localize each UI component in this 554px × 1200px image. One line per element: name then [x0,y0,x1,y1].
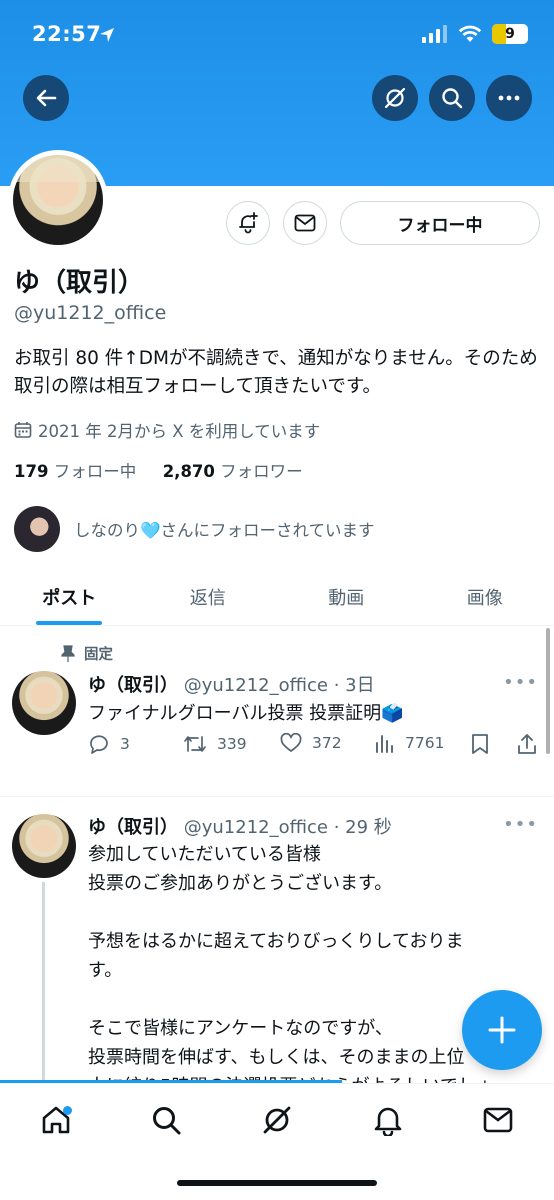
nav-notifications[interactable] [368,1100,408,1140]
tab-posts[interactable]: ポスト [0,568,139,625]
message-button[interactable] [283,201,327,245]
following-button[interactable]: フォロー中 [340,201,540,245]
thread-line [42,882,45,1082]
bookmark-button[interactable] [471,733,489,755]
status-time: 22:57 [32,22,102,46]
following-label[interactable]: フォロー中 [54,462,137,481]
compose-button[interactable] [462,990,542,1070]
profile-bio: お取引 80 件↑DMが不調続きで、通知がなりません。そのため取引の際は相互フォ… [14,348,538,397]
post-line: 参加していただいている皆様 [88,844,321,865]
post-avatar[interactable] [12,671,76,735]
search-button[interactable] [429,75,475,121]
post-line: 投票のご参加ありがとうございます。 [88,873,393,894]
location-arrow-icon [100,28,114,42]
profile-avatar[interactable] [8,150,108,250]
status-indicators: 9 [422,24,528,44]
bookmark-icon [472,734,488,754]
home-indicator[interactable] [177,1180,377,1186]
post-handle-time: @yu1212_office · 29 秒 [183,817,392,838]
grok-icon [384,87,406,109]
post-line [88,898,548,927]
post-text: ファイナルグローバル投票 投票証明🗳️ [88,703,404,724]
calendar-icon [14,422,32,438]
post-avatar[interactable] [12,814,76,878]
post-header: ゆ（取引） @yu1212_office · 3日 [88,671,375,697]
joined-date: 2021 年 2月から X を利用しています [14,418,320,442]
nav-messages[interactable] [478,1100,518,1140]
followers-label[interactable]: フォロワー [220,462,303,481]
like-button[interactable]: 372 [280,733,342,753]
post-author[interactable]: ゆ（取引） [88,817,178,838]
pinned-label: 固定 [60,643,113,664]
scrollbar[interactable] [546,628,550,754]
post-header: ゆ（取引） @yu1212_office · 29 秒 [88,813,392,839]
bell-plus-icon [239,212,258,234]
mail-icon [294,214,316,232]
grok-icon [263,1106,291,1134]
search-icon [442,88,463,109]
follow-counts[interactable]: 179 フォロー中 2,870 フォロワー [14,458,303,482]
signal-icon [422,25,447,43]
mail-icon [483,1107,513,1133]
pin-icon [61,644,75,662]
bell-icon [374,1107,402,1136]
battery-indicator: 9 [492,24,528,44]
follower-avatar [14,506,60,552]
post-divider [0,796,554,797]
nav-search[interactable] [146,1100,186,1140]
post-line: 予想をはるかに超えておりびっくりしておりま [88,931,464,952]
nav-home[interactable] [36,1100,76,1140]
arrow-left-icon [36,89,57,107]
following-count[interactable]: 179 [14,462,48,481]
profile-handle: @yu1212_office [14,302,167,324]
repost-button[interactable]: 339 [183,733,247,755]
post-author[interactable]: ゆ（取引） [88,675,178,696]
post-handle-time: @yu1212_office · 3日 [183,675,375,696]
post-actions: 3 339 372 7761 [88,733,538,763]
post-more-button[interactable]: ••• [503,814,538,835]
tab-replies[interactable]: 返信 [139,568,278,625]
views-icon [376,735,393,753]
reply-icon [90,735,108,754]
profile-tabs: ポスト 返信 動画 画像 [0,568,554,626]
share-icon [518,734,536,754]
more-icon [498,95,520,101]
back-button[interactable] [23,75,69,121]
tab-videos[interactable]: 動画 [277,568,416,625]
post-more-button[interactable]: ••• [503,672,538,693]
post-line: す。 [88,960,123,981]
grok-button[interactable] [372,75,418,121]
plus-icon [488,1016,516,1044]
notify-button[interactable] [226,201,270,245]
repost-icon [184,736,206,752]
followed-by[interactable]: しなのり🩵さんにフォローされています [14,506,375,552]
wifi-icon [458,25,482,42]
reply-button[interactable]: 3 [88,733,130,755]
profile-name: ゆ（取引） [14,268,145,298]
followers-count[interactable]: 2,870 [163,462,215,481]
notification-dot [63,1106,72,1115]
share-button[interactable] [516,733,538,755]
more-button[interactable] [486,75,532,121]
views-button[interactable]: 7761 [375,733,444,753]
search-icon [153,1107,181,1135]
nav-grok[interactable] [257,1100,297,1140]
heart-icon [280,733,302,752]
tab-images[interactable]: 画像 [416,568,554,625]
